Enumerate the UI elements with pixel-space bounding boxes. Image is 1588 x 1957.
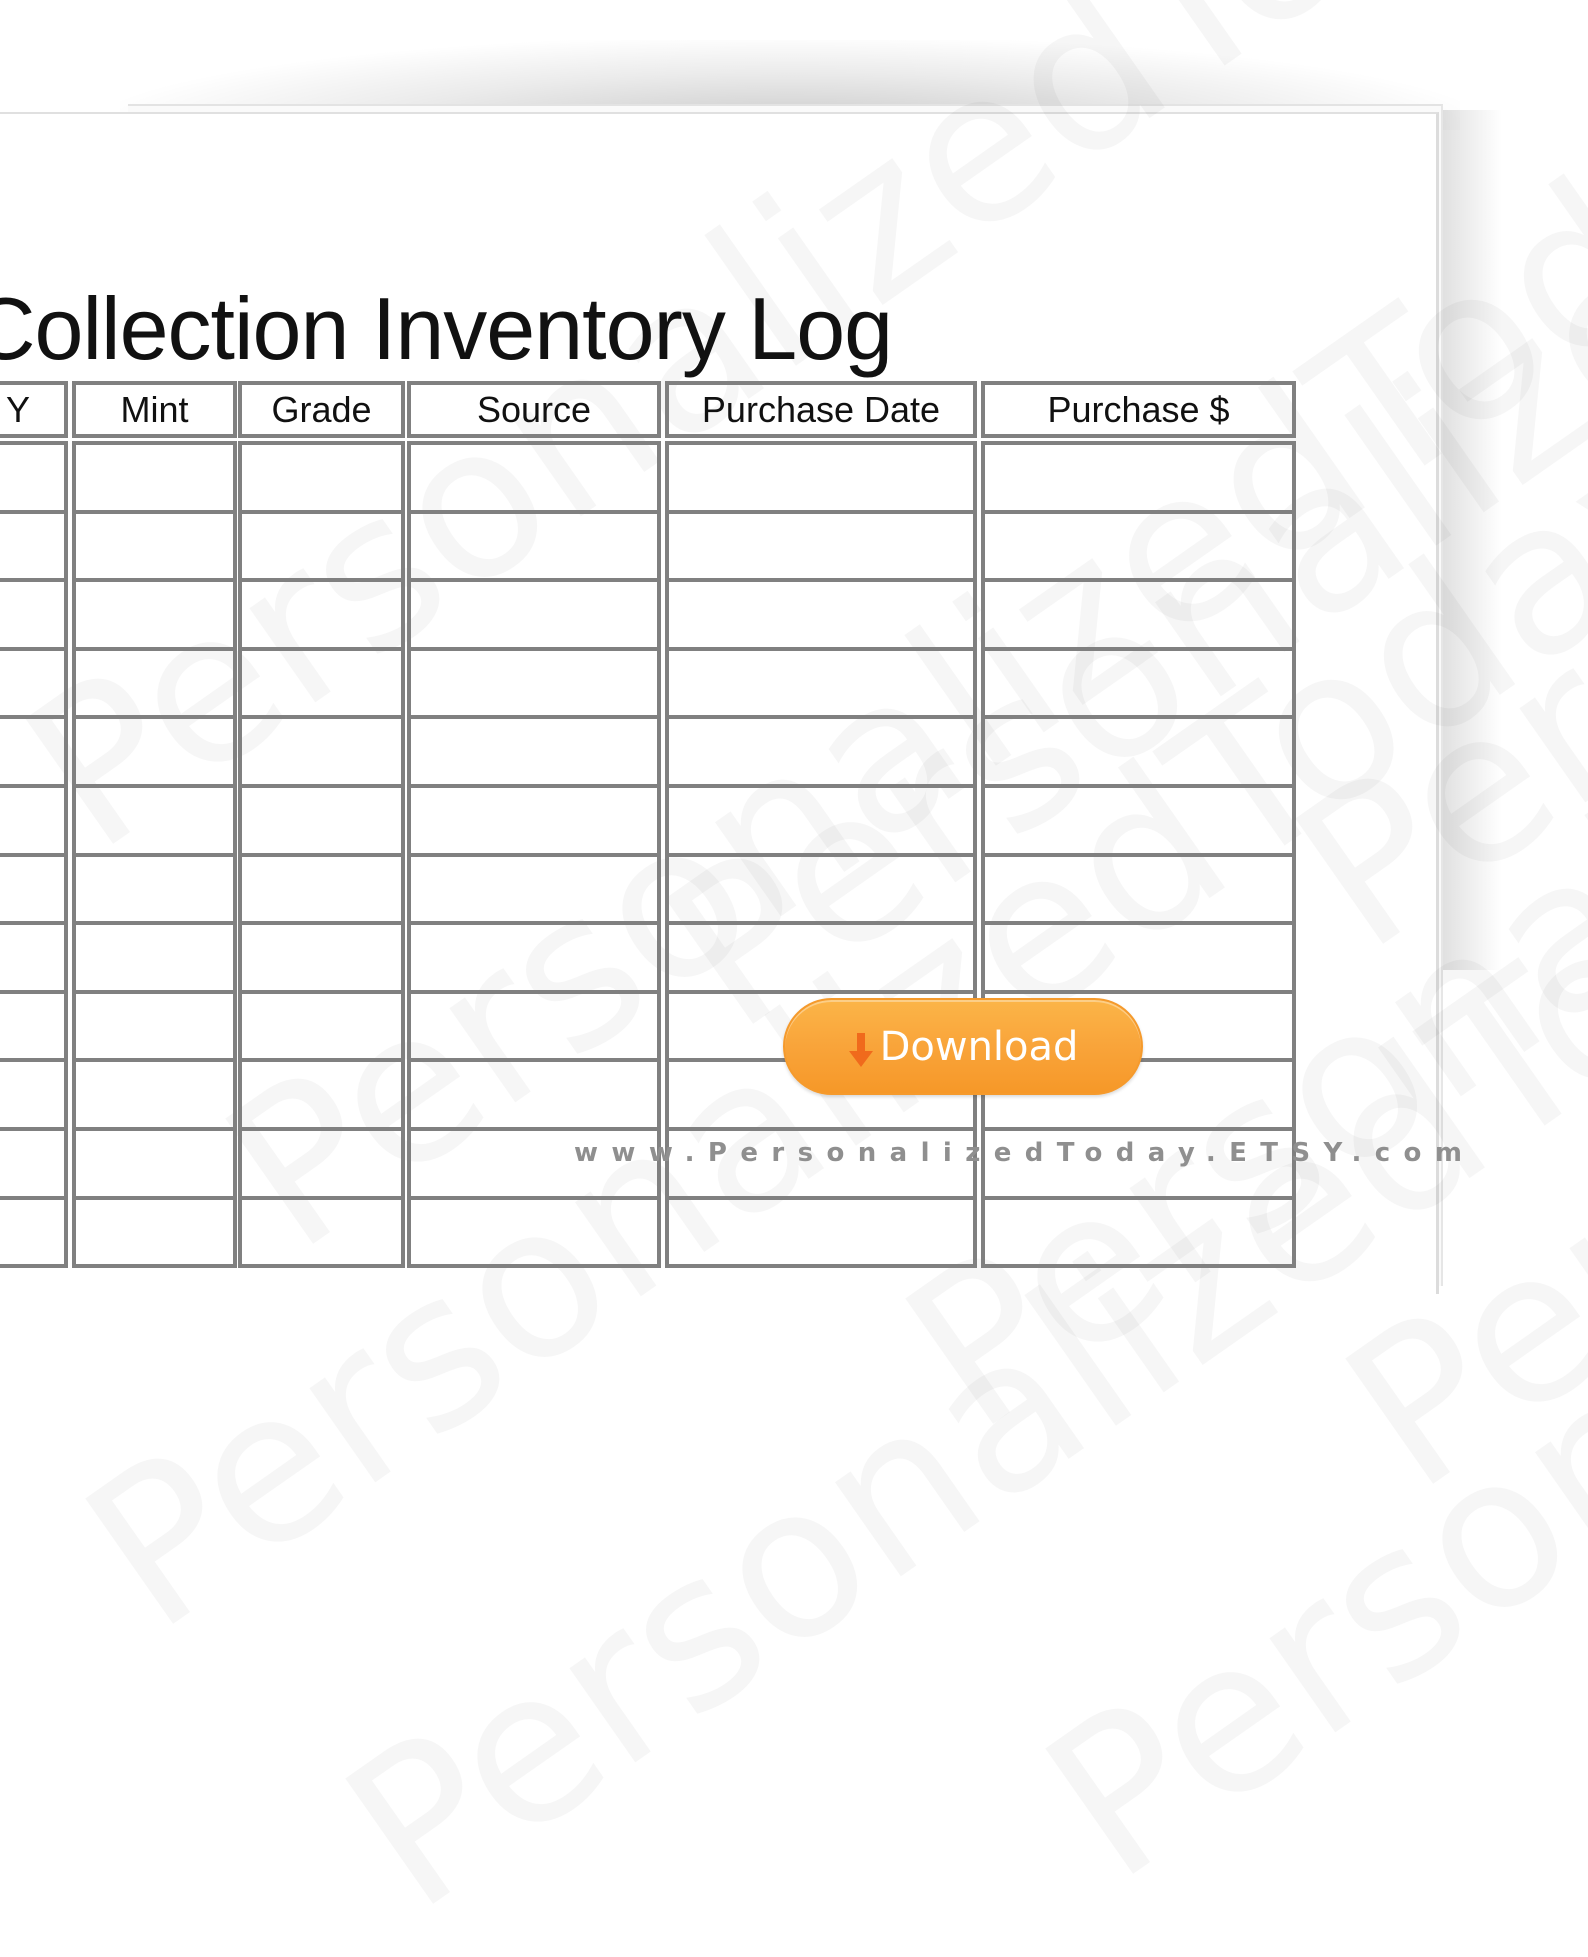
table-cell [0,989,68,1063]
table-cell [981,784,1296,857]
table-cell [72,852,237,926]
page-title: Collection Inventory Log [0,279,893,378]
table-cell [0,578,68,651]
table-cell [72,921,237,994]
table-cell [665,578,977,651]
table-cell [72,509,237,583]
shop-url: www.PersonalizedToday.ETSY.com [574,1138,1476,1168]
table-cell [72,578,237,651]
table-cell [981,1195,1296,1269]
download-button[interactable]: Download [783,998,1143,1095]
table-cell [72,646,237,720]
table-cell [0,1195,68,1269]
table-cell [407,509,661,583]
table-cell [0,1127,68,1200]
table-cell [981,646,1296,720]
table-cell [981,509,1296,583]
table-cell [238,921,405,994]
table-cell [72,1127,237,1200]
table-cell [665,852,977,926]
table-cell [0,921,68,994]
column-header: Y [0,381,68,438]
table-cell [407,1195,661,1269]
download-label: Download [879,1023,1079,1070]
table-cell [238,646,405,720]
column-header: Grade [238,381,405,438]
table-cell [407,784,661,857]
table-cell [0,784,68,857]
table-cell [0,1058,68,1131]
table-cell [72,1058,237,1131]
table-cell [981,921,1296,994]
table-cell [0,715,68,788]
table-cell [981,578,1296,651]
table-cell [0,509,68,583]
table-cell [0,441,68,514]
table-cell [238,852,405,926]
table-cell [0,646,68,720]
table-cell [72,784,237,857]
table-cell [238,578,405,651]
table-cell [665,441,977,514]
table-cell [981,852,1296,926]
table-cell [238,1127,405,1200]
table-cell [665,921,977,994]
table-cell [665,784,977,857]
table-cell [238,509,405,583]
table-cell [665,1195,977,1269]
column-header: Source [407,381,661,438]
table-cell [0,852,68,926]
table-cell [72,715,237,788]
table-cell [665,715,977,788]
table-cell [238,1058,405,1131]
table-cell [238,989,405,1063]
table-cell [407,715,661,788]
table-cell [407,646,661,720]
table-cell [665,509,977,583]
table-cell [238,784,405,857]
table-cell [72,441,237,514]
table-cell [407,921,661,994]
download-arrow-icon [848,1032,873,1067]
table-cell [72,1195,237,1269]
page-side-shadow [1442,110,1502,970]
table-cell [238,1195,405,1269]
table-cell [238,441,405,514]
table-cell [981,715,1296,788]
column-header: Purchase Date [665,381,977,438]
table-cell [407,989,661,1063]
column-header: Mint [72,381,237,438]
table-cell [407,441,661,514]
table-cell [72,989,237,1063]
table-cell [238,715,405,788]
table-cell [981,441,1296,514]
table-cell [665,646,977,720]
table-cell [407,1058,661,1131]
table-cell [407,852,661,926]
table-cell [407,578,661,651]
column-header: Purchase $ [981,381,1296,438]
